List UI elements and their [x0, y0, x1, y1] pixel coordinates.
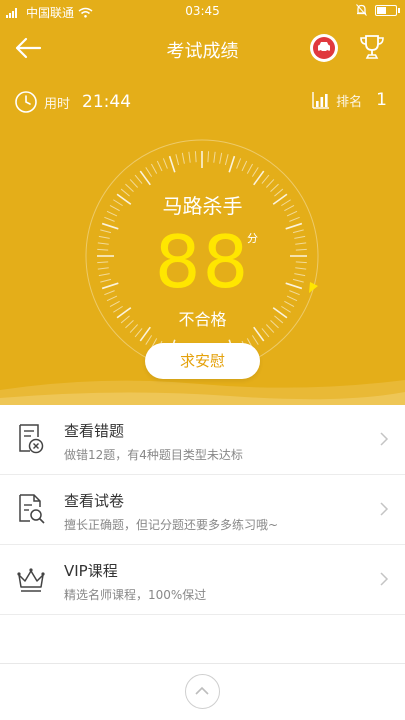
- rank-stat[interactable]: 排名 1: [312, 90, 387, 110]
- exam-stats: 用时 21:44 排名 1: [0, 88, 405, 116]
- gauge-tick: [251, 335, 259, 345]
- page-title: 考试成绩: [166, 41, 239, 62]
- gauge-tick: [162, 158, 168, 169]
- exam-paper-icon: [19, 494, 45, 524]
- pass-status: 不合格: [178, 310, 227, 329]
- menu-desc: 做错12题，有4种题目类型未达标: [64, 448, 243, 462]
- time-stat: 用时 21:44: [14, 90, 131, 114]
- gauge-tick: [181, 152, 185, 164]
- gauge-tick: [219, 152, 223, 164]
- gauge-tick: [194, 151, 197, 163]
- rank-label: 排名: [336, 94, 363, 110]
- menu-desc: 精选名师课程，100%保过: [64, 588, 207, 602]
- battery-icon: [375, 4, 400, 16]
- wrong-questions-icon: [19, 424, 44, 454]
- gauge-tick: [261, 174, 270, 184]
- action-menu: 查看错题 做错12题，有4种题目类型未达标 查看试卷 擅长正确题，但记分题还要多…: [0, 405, 405, 615]
- gauge-tick: [251, 167, 259, 177]
- gauge-tick: [175, 154, 180, 166]
- car-icon: [313, 37, 335, 59]
- chevron-right-icon: [380, 432, 389, 446]
- status-right: [356, 4, 400, 16]
- chevron-right-icon: [380, 572, 389, 586]
- comfort-button[interactable]: 求安慰: [145, 343, 260, 379]
- scroll-up-button[interactable]: [185, 674, 220, 709]
- bottom-divider: [0, 663, 405, 664]
- gauge-tick: [145, 167, 153, 177]
- gauge-tick: [207, 151, 210, 163]
- gauge-tick: [150, 163, 158, 174]
- score-unit: 分: [247, 232, 258, 245]
- menu-item-exam-paper[interactable]: 查看试卷 擅长正确题，但记分题还要多多练习哦~: [0, 475, 405, 545]
- chevron-up-icon: [195, 686, 209, 695]
- menu-title: 查看错题: [64, 422, 125, 440]
- gauge-tick: [228, 155, 236, 173]
- score-value: 88: [154, 220, 251, 304]
- alarm-icon: [356, 4, 367, 16]
- menu-item-wrong-questions[interactable]: 查看错题 做错12题，有4种题目类型未达标: [0, 405, 405, 475]
- trophy-icon[interactable]: [357, 32, 387, 62]
- clock-icon: [15, 91, 37, 113]
- status-bar: 中国联通 03:45: [0, 0, 405, 22]
- result-nickname: 马路杀手: [162, 194, 243, 218]
- menu-title: VIP课程: [64, 562, 118, 580]
- gauge-tick: [241, 160, 248, 172]
- chevron-right-icon: [380, 502, 389, 516]
- gauge-tick: [224, 154, 229, 166]
- gauge-tick: [236, 158, 242, 169]
- top-bar: 考试成绩: [0, 28, 405, 68]
- gauge-tick: [246, 163, 254, 174]
- crown-icon: [17, 568, 45, 592]
- rank-value: 1: [376, 90, 387, 110]
- menu-title: 查看试卷: [64, 492, 125, 510]
- gauge-tick: [156, 160, 163, 172]
- car-badge-button[interactable]: [310, 34, 338, 62]
- time-label: 用时: [44, 96, 71, 112]
- gauge-tick: [145, 335, 153, 345]
- status-time: 03:45: [185, 4, 220, 18]
- menu-desc: 擅长正确题，但记分题还要多多练习哦~: [64, 518, 279, 532]
- menu-item-vip-course[interactable]: VIP课程 精选名师课程，100%保过: [0, 545, 405, 615]
- time-value: 21:44: [82, 92, 132, 112]
- gauge-tick: [265, 179, 275, 188]
- gauge-tick: [213, 151, 216, 163]
- gauge-tick: [168, 155, 176, 173]
- gauge-tick: [188, 151, 191, 163]
- score-hero-panel: 中国联通 03:45 考试成绩 用时 21:44 排名 1 马路杀手 88 分 …: [0, 0, 405, 405]
- gauge-tick: [129, 179, 139, 188]
- gauge-tick: [134, 174, 143, 184]
- bar-chart-icon: [312, 92, 330, 109]
